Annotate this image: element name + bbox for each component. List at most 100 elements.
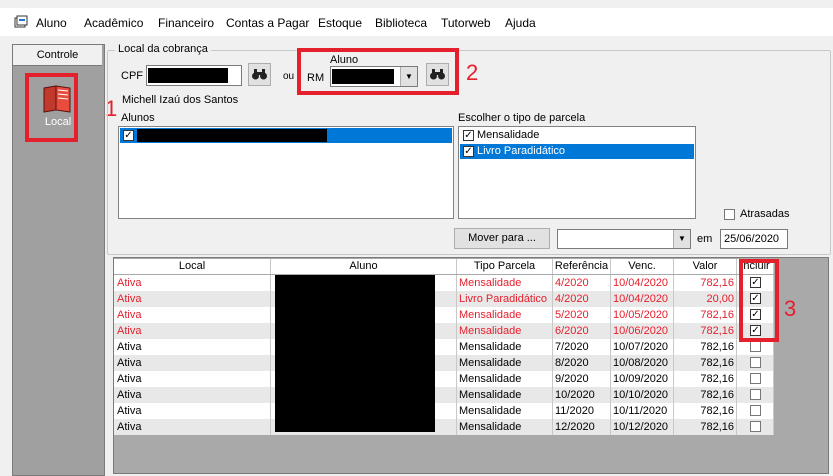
cell-local: Ativa (114, 291, 271, 307)
cell-vencimento: 10/08/2020 (611, 355, 674, 371)
table-row[interactable]: Ativa Mensalidade 9/2020 10/09/2020 782,16 (114, 371, 774, 387)
cell-vencimento: 10/04/2020 (611, 275, 674, 291)
incluir-checkbox[interactable] (750, 341, 761, 352)
col-header-valor[interactable]: Valor (674, 259, 737, 274)
em-label: em (697, 233, 713, 245)
atrasadas-checkbox[interactable] (724, 209, 735, 220)
book-icon[interactable] (40, 84, 74, 114)
mover-para-button[interactable]: Mover para ... (454, 228, 550, 249)
cell-vencimento: 10/10/2020 (611, 387, 674, 403)
annotation-number-3: 3 (784, 296, 797, 321)
menu-aluno[interactable]: Aluno (36, 16, 67, 30)
rm-select[interactable]: ▼ (330, 66, 418, 87)
cell-local: Ativa (114, 419, 271, 435)
menu-estoque[interactable]: Estoque (318, 16, 362, 30)
table-row[interactable]: Ativa Mensalidade 8/2020 10/08/2020 782,16 (114, 355, 774, 371)
incluir-checkbox[interactable] (750, 421, 761, 432)
local-button-label[interactable]: Local (36, 116, 80, 128)
incluir-checkbox[interactable] (750, 389, 761, 400)
cell-valor: 782,16 (674, 419, 737, 435)
list-item-selected[interactable]: ✓ (120, 128, 452, 143)
cell-local: Ativa (114, 339, 271, 355)
mensalidade-label: Mensalidade (477, 129, 540, 141)
checkbox-aluno[interactable]: ✓ (123, 130, 134, 141)
atrasadas-label: Atrasadas (740, 208, 790, 220)
cell-incluir (737, 387, 774, 403)
cell-vencimento: 10/05/2020 (611, 307, 674, 323)
cell-incluir (737, 355, 774, 371)
cell-vencimento: 10/09/2020 (611, 371, 674, 387)
aluno-label: Aluno (330, 54, 359, 66)
cell-tipo-parcela: Livro Paradidático (457, 291, 553, 307)
cell-referencia: 5/2020 (553, 307, 611, 323)
livro-paradidatico-label: Livro Paradidático (477, 145, 566, 157)
annotation-number-2: 2 (466, 60, 479, 85)
alunos-label: Alunos (121, 112, 155, 124)
dropdown-arrow-icon[interactable]: ▼ (673, 230, 690, 248)
cell-tipo-parcela: Mensalidade (457, 419, 553, 435)
col-header-local[interactable]: Local (114, 259, 271, 274)
menu-ajuda[interactable]: Ajuda (505, 16, 536, 30)
dropdown-arrow-icon[interactable]: ▼ (400, 67, 417, 86)
cell-local: Ativa (114, 307, 271, 323)
table-row[interactable]: Ativa Mensalidade 7/2020 10/07/2020 782,16 (114, 339, 774, 355)
table-row[interactable]: Ativa Mensalidade 6/2020 10/06/2020 782,16 ✓ (114, 323, 774, 339)
or-label: ou (283, 71, 295, 82)
cell-local: Ativa (114, 355, 271, 371)
control-panel-header: Controle (13, 45, 102, 66)
incluir-checkbox[interactable] (750, 373, 761, 384)
cpf-input[interactable] (146, 65, 242, 86)
list-item-mensalidade[interactable]: ✓ Mensalidade (460, 128, 694, 143)
alunos-listbox[interactable]: ✓ (118, 126, 454, 219)
cell-incluir (737, 371, 774, 387)
cell-tipo-parcela: Mensalidade (457, 323, 553, 339)
cell-referencia: 9/2020 (553, 371, 611, 387)
mover-para-select[interactable]: ▼ (557, 229, 691, 249)
table-row[interactable]: Ativa Mensalidade 11/2020 10/11/2020 782,16 (114, 403, 774, 419)
col-header-venc[interactable]: Venc. (611, 259, 674, 274)
binoculars-icon (430, 69, 445, 80)
cell-referencia: 12/2020 (553, 419, 611, 435)
search-rm-button[interactable] (426, 63, 449, 86)
cell-valor: 782,16 (674, 323, 737, 339)
menu-financeiro[interactable]: Financeiro (158, 16, 214, 30)
date-input[interactable]: 25/06/2020 (720, 229, 788, 249)
cell-valor: 782,16 (674, 275, 737, 291)
table-row[interactable]: Ativa Mensalidade 12/2020 10/12/2020 782,16 (114, 419, 774, 435)
parcela-type-listbox[interactable]: ✓ Mensalidade ✓ Livro Paradidático (458, 126, 696, 219)
checkbox-livro-paradidatico[interactable]: ✓ (463, 146, 474, 157)
redacted-rm (332, 69, 394, 84)
student-name: Michell Izaú dos Santos (122, 94, 239, 106)
table-row[interactable]: Ativa Mensalidade 4/2020 10/04/2020 782,16 ✓ (114, 275, 774, 291)
incluir-checkbox[interactable] (750, 405, 761, 416)
table-row[interactable]: Ativa Mensalidade 10/2020 10/10/2020 782,16 (114, 387, 774, 403)
checkbox-mensalidade[interactable]: ✓ (463, 130, 474, 141)
redacted-cpf (148, 68, 228, 83)
incluir-checkbox[interactable] (750, 357, 761, 368)
menu-academico[interactable]: Acadêmico (84, 16, 143, 30)
menu-tutorweb[interactable]: Tutorweb (441, 16, 491, 30)
cell-local: Ativa (114, 387, 271, 403)
cell-valor: 782,16 (674, 387, 737, 403)
list-item-livro-paradidatico[interactable]: ✓ Livro Paradidático (460, 144, 694, 159)
group-title: Local da cobrança (115, 43, 211, 55)
search-cpf-button[interactable] (248, 63, 271, 86)
menu-biblioteca[interactable]: Biblioteca (375, 16, 427, 30)
cell-vencimento: 10/07/2020 (611, 339, 674, 355)
cell-referencia: 4/2020 (553, 275, 611, 291)
cell-local: Ativa (114, 371, 271, 387)
cell-valor: 782,16 (674, 403, 737, 419)
app-menu-icon[interactable] (14, 15, 30, 29)
table-row[interactable]: Ativa Mensalidade 5/2020 10/05/2020 782,16 ✓ (114, 307, 774, 323)
cell-tipo-parcela: Mensalidade (457, 355, 553, 371)
col-header-aluno[interactable]: Aluno (271, 259, 457, 274)
table-row[interactable]: Ativa Livro Paradidático 4/2020 10/04/2020 2… (114, 291, 774, 307)
menu-contas-a-pagar[interactable]: Contas a Pagar (226, 16, 309, 30)
cell-referencia: 6/2020 (553, 323, 611, 339)
col-header-referencia[interactable]: Referência (553, 259, 611, 274)
col-header-tipo-parcela[interactable]: Tipo Parcela (457, 259, 553, 274)
cell-valor: 782,16 (674, 307, 737, 323)
redacted-aluno-column (275, 275, 435, 432)
cell-tipo-parcela: Mensalidade (457, 307, 553, 323)
cell-vencimento: 10/11/2020 (611, 403, 674, 419)
